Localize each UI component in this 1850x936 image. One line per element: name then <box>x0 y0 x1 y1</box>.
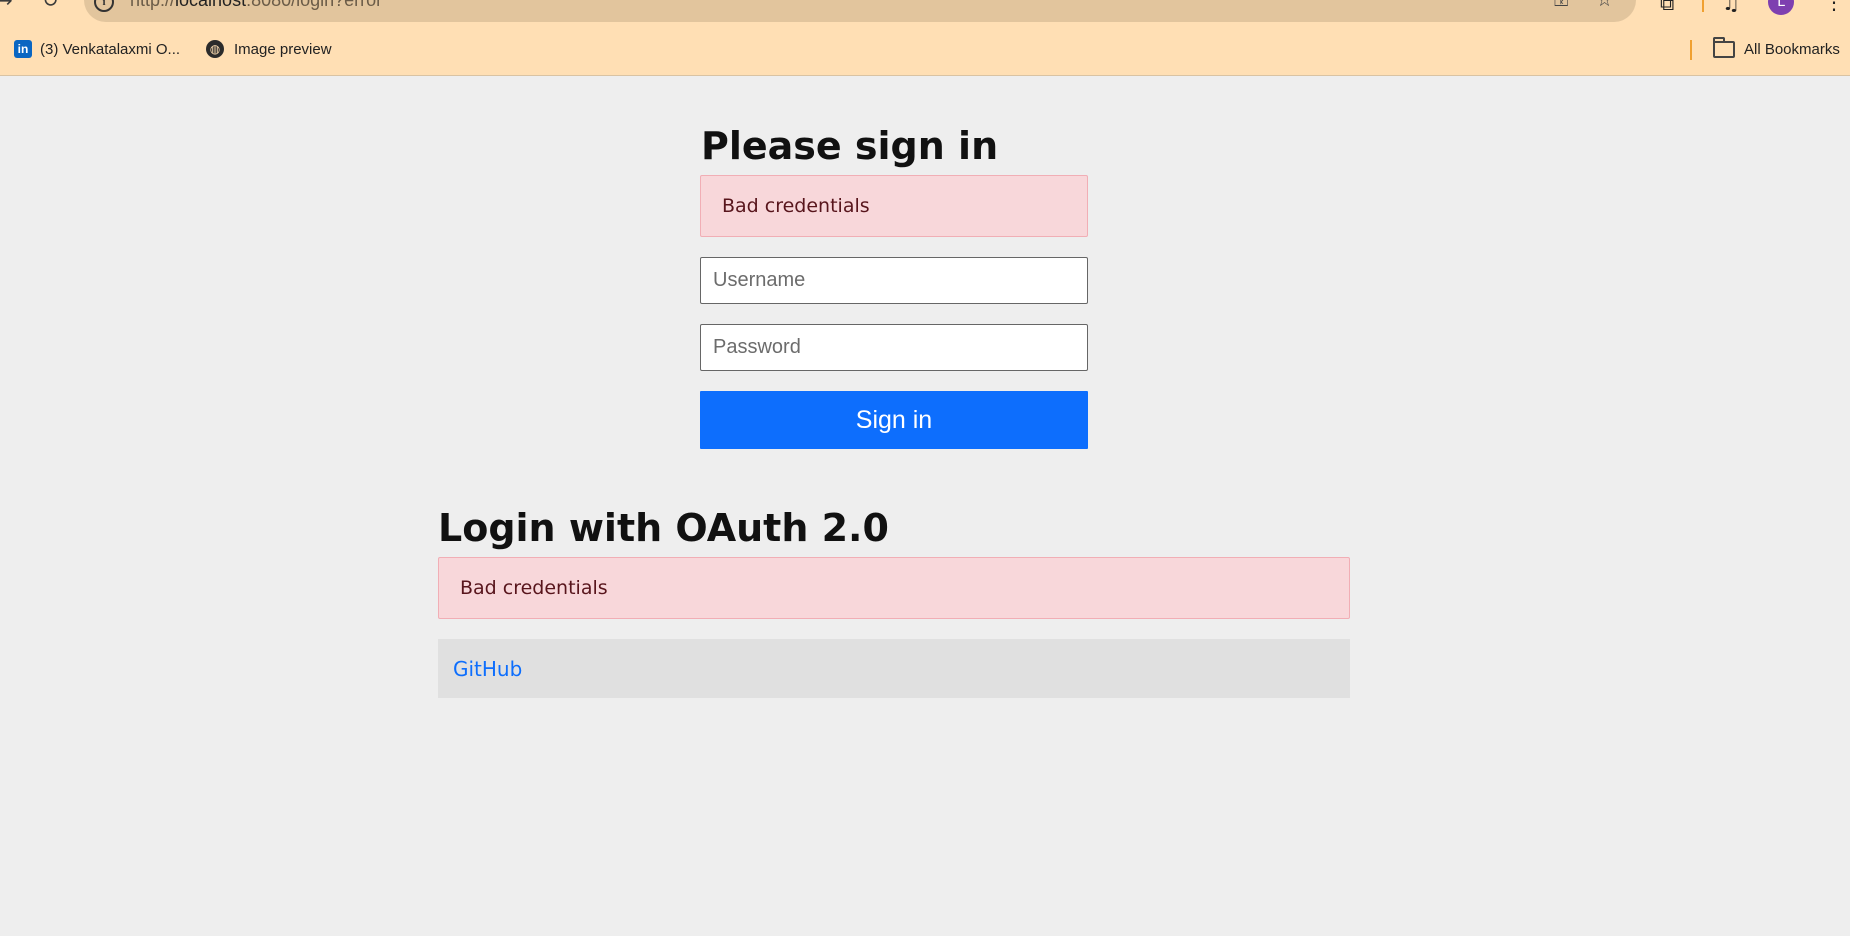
bookmark-label: Image preview <box>234 40 332 58</box>
folder-icon <box>1713 36 1735 58</box>
reload-icon[interactable]: ↻ <box>42 0 59 10</box>
oauth-provider-row: GitHub <box>438 639 1350 698</box>
oauth-error-alert: Bad credentials <box>438 557 1350 619</box>
toolbar-divider <box>1702 0 1704 12</box>
signin-error-alert: Bad credentials <box>700 175 1088 237</box>
all-bookmarks-label: All Bookmarks <box>1744 40 1840 58</box>
url-path: :8080/login?error <box>246 0 383 10</box>
media-controls-icon[interactable]: ♫ <box>1722 0 1740 15</box>
bookmark-image-preview[interactable]: ◍ Image preview <box>206 38 332 60</box>
url-host: localhost <box>175 0 247 10</box>
signin-heading: Please sign in <box>701 124 999 168</box>
bookmark-star-icon[interactable]: ☆ <box>1596 0 1613 11</box>
bookmark-label: (3) Venkatalaxmi O... <box>40 40 181 58</box>
linkedin-icon: in <box>14 40 32 58</box>
github-login-link[interactable]: GitHub <box>453 657 522 681</box>
signin-error-text: Bad credentials <box>722 195 870 217</box>
globe-icon: ◍ <box>206 40 224 58</box>
oauth-heading: Login with OAuth 2.0 <box>438 506 889 550</box>
extensions-icon[interactable]: ⧉ <box>1660 0 1674 15</box>
profile-avatar[interactable]: L <box>1768 0 1794 15</box>
url-text[interactable]: http://localhost:8080/login?error <box>130 0 382 11</box>
forward-icon[interactable]: → <box>0 0 13 10</box>
url-scheme: http:// <box>130 0 176 10</box>
bookmark-linkedin[interactable]: in (3) Venkatalaxmi O... <box>14 38 180 60</box>
username-input[interactable] <box>700 257 1088 304</box>
all-bookmarks-button[interactable]: All Bookmarks <box>1713 36 1840 60</box>
browser-toolbar: → ↻ i http://localhost:8080/login?error … <box>0 0 1850 76</box>
oauth-error-text: Bad credentials <box>460 577 608 599</box>
password-input[interactable] <box>700 324 1088 371</box>
password-key-icon[interactable]: ⚿ <box>1554 0 1568 11</box>
bookmarks-divider <box>1690 40 1692 60</box>
menu-kebab-icon[interactable]: ⋮ <box>1824 0 1844 14</box>
sign-in-button[interactable]: Sign in <box>700 391 1088 449</box>
